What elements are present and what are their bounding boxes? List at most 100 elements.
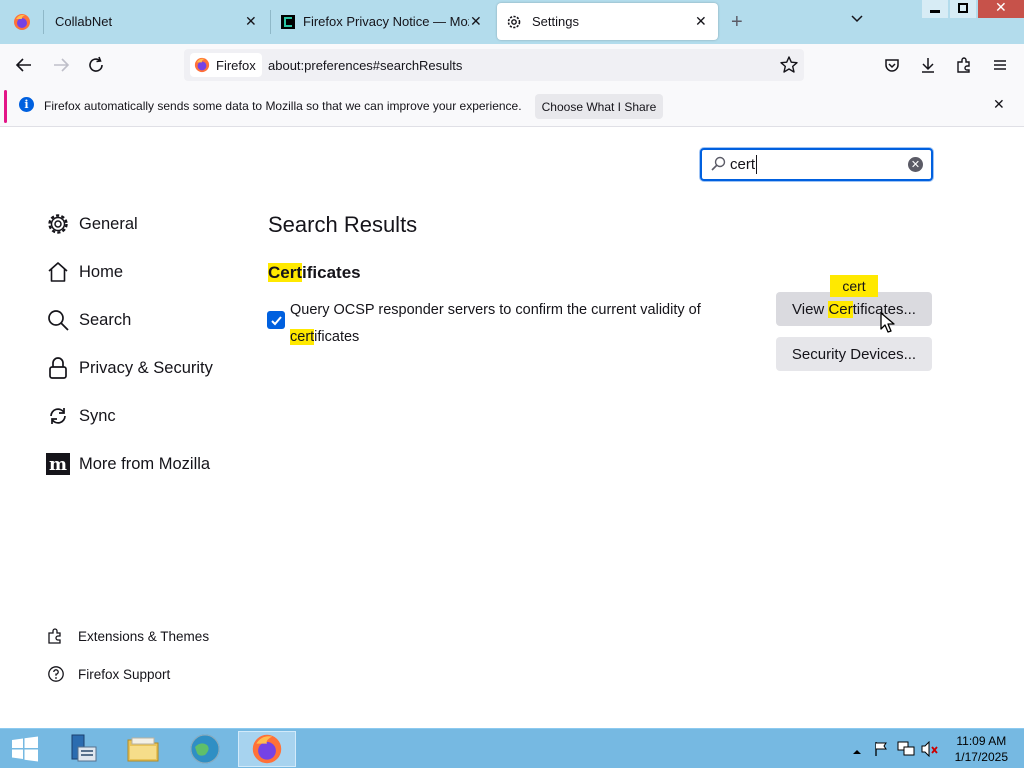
taskbar-network-app[interactable]	[176, 731, 234, 767]
taskbar-firefox[interactable]	[238, 731, 296, 767]
action-center-flag-icon[interactable]	[873, 741, 889, 762]
category-label: Search	[79, 310, 132, 329]
restore-button[interactable]	[950, 0, 976, 18]
gear-icon	[507, 15, 521, 28]
mozilla-m-icon: m	[44, 451, 71, 478]
windows-taskbar: 11:09 AM 1/17/2025	[0, 728, 1024, 768]
close-notification-icon[interactable]: ✕	[993, 96, 1005, 113]
tab-collabnet[interactable]: CollabNet ✕	[44, 3, 270, 40]
start-button[interactable]	[0, 731, 50, 767]
puzzle-icon	[957, 57, 970, 73]
category-sync[interactable]: Sync	[44, 401, 116, 431]
extensions-button[interactable]	[952, 53, 976, 77]
firefox-view-button[interactable]	[0, 3, 44, 40]
choose-what-i-share-button[interactable]: Choose What I Share	[535, 94, 663, 119]
minimize-button[interactable]	[922, 0, 948, 18]
identity-label: Firefox	[216, 57, 256, 73]
folder-icon	[127, 737, 159, 762]
search-input-value: cert	[730, 156, 756, 173]
gear-icon	[44, 211, 71, 238]
clear-search-icon[interactable]: ✕	[908, 157, 923, 172]
forward-button[interactable]	[49, 53, 73, 77]
settings-search-input[interactable]: cert ✕	[700, 148, 933, 181]
back-arrow-icon	[15, 58, 31, 72]
volume-muted-icon[interactable]	[921, 740, 939, 762]
page-title: Search Results	[268, 212, 418, 237]
checkmark-icon	[270, 315, 282, 325]
category-more-from-mozilla[interactable]: m More from Mozilla	[44, 449, 210, 479]
firefox-icon	[194, 57, 210, 73]
ocsp-checkbox[interactable]	[267, 311, 285, 329]
help-icon	[46, 664, 66, 684]
reload-button[interactable]	[84, 53, 108, 77]
tab-label: Firefox Privacy Notice — Mozilla	[303, 14, 469, 29]
category-label: Home	[79, 262, 124, 281]
close-tab-icon[interactable]: ✕	[695, 13, 707, 30]
show-hidden-icons-chevron-icon[interactable]	[852, 743, 862, 761]
search-icon	[711, 156, 726, 171]
tab-settings[interactable]: Settings ✕	[497, 3, 718, 40]
puzzle-icon	[46, 626, 66, 646]
search-term-tooltip: cert	[830, 275, 878, 297]
close-tab-icon[interactable]: ✕	[470, 13, 482, 30]
back-button[interactable]	[12, 53, 36, 77]
server-manager-icon	[71, 734, 97, 762]
ocsp-checkbox-label[interactable]: Query OCSP responder servers to confirm …	[290, 297, 720, 351]
ocsp-label-line1: Query OCSP responder servers to confirm …	[290, 302, 701, 318]
info-icon: i	[19, 97, 34, 112]
tab-privacy-notice[interactable]: Firefox Privacy Notice — Mozilla ✕	[272, 3, 492, 40]
section-title-rest: ificates	[302, 263, 361, 282]
firefox-support-link[interactable]: Firefox Support	[46, 663, 170, 685]
url-text[interactable]: about:preferences#searchResults	[268, 58, 462, 73]
category-home[interactable]: Home	[44, 257, 123, 287]
taskbar-server-manager[interactable]	[52, 731, 110, 767]
tab-label: Settings	[532, 14, 579, 29]
system-clock[interactable]: 11:09 AM 1/17/2025	[955, 733, 1008, 765]
firefox-icon	[14, 13, 30, 30]
menu-button[interactable]	[988, 53, 1012, 77]
search-icon	[44, 307, 71, 334]
lock-icon	[44, 355, 71, 382]
clock-date: 1/17/2025	[954, 750, 1008, 764]
pocket-icon	[885, 59, 899, 72]
close-window-button[interactable]: ✕	[978, 0, 1024, 18]
close-tab-icon[interactable]: ✕	[245, 13, 257, 30]
bookmark-star-icon[interactable]	[778, 54, 800, 76]
category-label: Sync	[79, 406, 116, 425]
search-highlight: Cert	[268, 263, 303, 282]
security-devices-button[interactable]: Security Devices...	[776, 337, 932, 371]
new-tab-icon[interactable]: +	[731, 11, 743, 34]
category-general[interactable]: General	[44, 209, 138, 239]
search-highlight: cert	[290, 329, 315, 345]
list-tabs-chevron-icon[interactable]	[850, 12, 864, 31]
downloads-button[interactable]	[916, 53, 940, 77]
text-caret	[756, 155, 757, 174]
window-controls: ✕	[920, 0, 1024, 20]
footer-link-label: Firefox Support	[78, 666, 171, 682]
category-label: More from Mozilla	[79, 454, 211, 473]
network-icon[interactable]	[897, 741, 915, 762]
home-icon	[44, 259, 71, 286]
windows-logo-icon	[12, 736, 38, 762]
clock-time: 11:09 AM	[956, 734, 1007, 748]
mozilla-icon	[281, 14, 295, 29]
taskbar-file-explorer[interactable]	[114, 731, 172, 767]
category-label: General	[79, 214, 138, 233]
reload-icon	[89, 56, 103, 72]
url-bar[interactable]: Firefox about:preferences#searchResults	[184, 49, 804, 81]
view-certificates-button[interactable]: View Cer tificates...	[776, 292, 932, 326]
firefox-icon	[252, 734, 282, 764]
mouse-cursor-icon	[880, 312, 895, 333]
hamburger-menu-icon	[994, 60, 1006, 70]
sync-icon	[44, 403, 71, 430]
identity-box[interactable]: Firefox	[190, 53, 262, 77]
category-label: Privacy & Security	[79, 358, 213, 377]
extensions-themes-link[interactable]: Extensions & Themes	[46, 625, 209, 647]
forward-arrow-icon	[54, 58, 70, 72]
ocsp-label-rest: ificates	[314, 329, 360, 345]
category-search[interactable]: Search	[44, 305, 131, 335]
search-highlight: Cer	[828, 300, 853, 318]
pocket-button[interactable]	[880, 53, 904, 77]
category-privacy-security[interactable]: Privacy & Security	[44, 353, 213, 383]
tab-separator	[270, 10, 271, 34]
